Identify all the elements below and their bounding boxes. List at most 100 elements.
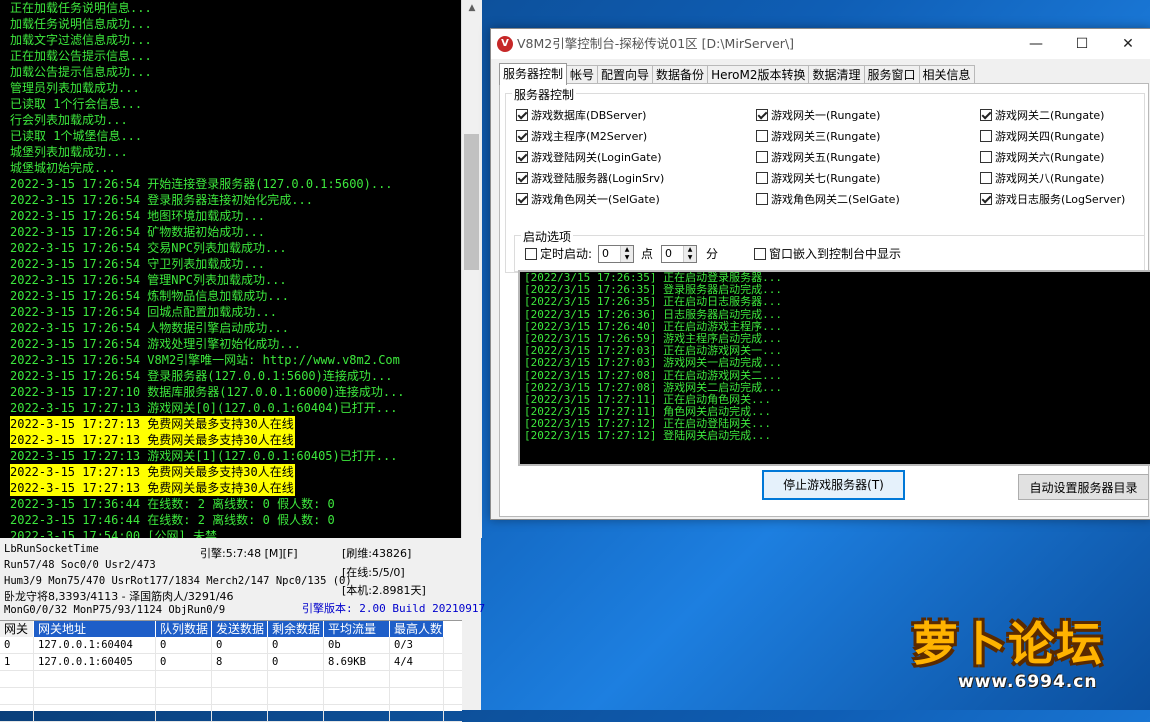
maximize-icon[interactable]: ☐ [1059,29,1105,59]
log-line: 2022-3-15 17:27:10 数据库服务器(127.0.0.1:6000… [0,384,461,400]
tab[interactable]: 数据备份 [652,65,709,85]
minimize-icon[interactable]: — [1013,29,1059,59]
timer-start-checkbox[interactable]: 定时启动: [525,246,592,262]
service-checkbox[interactable]: 游戏网关二(Rungate) [980,108,1104,124]
log-line-text: 2022-3-15 17:26:54 地图环境加载成功... [10,209,265,223]
tab[interactable]: 配置向导 [597,65,654,85]
tab[interactable]: 服务器控制 [499,63,568,85]
log-line-text: 2022-3-15 17:26:54 开始连接登录服务器(127.0.0.1:5… [10,177,393,191]
tab[interactable]: 服务窗口 [863,65,920,85]
log-line-text: 2022-3-15 17:26:54 登录服务器连接初始化完成... [10,193,313,207]
service-checkbox[interactable]: 游戏网关三(Rungate) [756,129,880,145]
startup-log: [2022/3/15 17:26:35] 正在启动登录服务器... [2022/3… [518,270,1150,466]
group-title: 服务器控制 [512,86,577,103]
engine-version: 引擎版本: 2.00 Build 20210917 [302,602,486,615]
title-bar[interactable]: V V8M2引擎控制台-探秘传说01区 [D:\MirServer\] — ☐ … [491,29,1150,59]
minute-value: 0 [665,247,672,260]
checkbox-box[interactable] [516,130,528,142]
checkbox-box[interactable] [756,109,768,121]
table-cell [156,705,212,721]
checkbox-box[interactable] [756,151,768,163]
checkbox-box[interactable] [516,151,528,163]
table-cell [324,671,390,687]
table-row[interactable]: 1 127.0.0.1:60405 0 8 0 8.69KB 4/4 [0,654,462,671]
log-line: 管理员列表加载成功... [0,80,461,96]
tab[interactable]: 数据清理 [808,65,865,85]
table-header-cell[interactable]: 发送数据 [212,621,268,637]
log-line-text: 2022-3-15 17:27:10 数据库服务器(127.0.0.1:6000… [10,385,405,399]
log-line-text: 加载文字过滤信息成功... [10,33,152,47]
embed-window-checkbox[interactable]: 窗口嵌入到控制台中显示 [754,246,901,262]
hour-spinner[interactable]: 0 ▲ ▼ [598,245,634,263]
service-checkbox[interactable]: 游戏网关一(Rungate) [756,108,880,124]
log-line: 行会列表加载成功... [0,112,461,128]
table-header-cell[interactable]: 网关 [0,621,34,637]
checkbox-box[interactable] [980,193,992,205]
checkbox-box[interactable] [980,109,992,121]
uptime: [本机:2.8981天] [342,584,426,597]
table-header-cell[interactable]: 队列数据 [156,621,212,637]
service-checkbox[interactable]: 游戏网关八(Rungate) [980,171,1104,187]
spin-up-icon[interactable]: ▲ [683,246,696,254]
service-checkbox[interactable]: 游戏角色网关二(SelGate) [756,192,900,208]
service-checkbox[interactable]: 游戏角色网关一(SelGate) [516,192,660,208]
hour-unit: 点 [641,247,654,261]
service-checkbox[interactable]: 游戏网关四(Rungate) [980,129,1104,145]
auto-set-server-dir-button[interactable]: 自动设置服务器目录 [1018,474,1149,500]
table-cell: 0b [324,637,390,653]
table-header-cell[interactable]: 最高人数 [390,621,444,637]
stop-game-server-button[interactable]: 停止游戏服务器(T) [762,470,905,500]
log-line: 正在加载公告提示信息... [0,48,461,64]
service-checkbox[interactable]: 游戏网关五(Rungate) [756,150,880,166]
table-header-cell[interactable]: 剩余数据 [268,621,324,637]
log-line: 城堡列表加载成功... [0,144,461,160]
log-line-text: 2022-3-15 17:26:54 管理NPC列表加载成功... [10,273,287,287]
service-checkbox[interactable]: 游戏日志服务(LogServer) [980,192,1125,208]
checkbox-box[interactable] [980,130,992,142]
scroll-up-icon[interactable]: ▲ [462,0,482,16]
scroll-thumb[interactable] [464,134,479,270]
checkbox-box[interactable] [980,172,992,184]
spin-down-icon[interactable]: ▼ [620,254,633,262]
service-checkbox[interactable]: 游戏登陆服务器(LoginSrv) [516,171,664,187]
checkbox-box[interactable] [525,248,537,260]
checkbox-box[interactable] [516,109,528,121]
table-row[interactable]: 0 127.0.0.1:60404 0 0 0 0b 0/3 [0,637,462,654]
checkbox-box[interactable] [980,151,992,163]
tab[interactable]: HeroM2版本转换 [707,65,810,85]
engine-time: 引擎:5:7:48 [M][F] [200,547,298,560]
service-label: 游戏登陆网关(LoginGate) [531,151,662,164]
service-label: 游戏网关二(Rungate) [995,109,1105,122]
spin-down-icon[interactable]: ▼ [683,254,696,262]
service-checkbox[interactable]: 游戏数据库(DBServer) [516,108,646,124]
spin-up-icon[interactable]: ▲ [620,246,633,254]
minute-unit: 分 [706,247,719,261]
table-header-cell[interactable]: 网关地址 [34,621,156,637]
checkbox-box[interactable] [756,130,768,142]
log-line-text: 2022-3-15 17:27:13 免费网关最多支持30人在线 [10,480,295,496]
tab[interactable]: 相关信息 [918,65,975,85]
log-scrollbar[interactable]: ▲ [461,0,482,538]
service-checkbox[interactable]: 游戏网关六(Rungate) [980,150,1104,166]
checkbox-box[interactable] [516,193,528,205]
service-checkbox[interactable]: 游戏网关七(Rungate) [756,171,880,187]
table-cell [390,671,444,687]
checkbox-box[interactable] [754,248,766,260]
checkbox-box[interactable] [756,172,768,184]
close-icon[interactable]: ✕ [1105,29,1150,59]
checkbox-box[interactable] [516,172,528,184]
table-header-cell[interactable]: 平均流量 [324,621,390,637]
table-cell [156,671,212,687]
startup-log-line: [2022/3/15 17:27:12] 登陆网关启动完成... [524,429,771,443]
minute-spinner[interactable]: 0 ▲ ▼ [661,245,697,263]
service-checkbox[interactable]: 游戏登陆网关(LoginGate) [516,150,662,166]
tab[interactable]: 帐号 [566,65,599,85]
server-control-group: 服务器控制 游戏数据库(DBServer) 游戏网关一(Rungate) 游戏网关二… [505,86,1145,273]
service-checkbox[interactable]: 游戏主程序(M2Server) [516,129,647,145]
log-line-text: 2022-3-15 17:27:13 免费网关最多支持30人在线 [10,432,295,448]
log-line: 2022-3-15 17:27:13 免费网关最多支持30人在线 [0,464,461,480]
table-scrollbar[interactable] [462,620,481,710]
log-line-text: 管理员列表加载成功... [10,81,140,95]
checkbox-box[interactable] [756,193,768,205]
service-label: 游戏网关六(Rungate) [995,151,1105,164]
